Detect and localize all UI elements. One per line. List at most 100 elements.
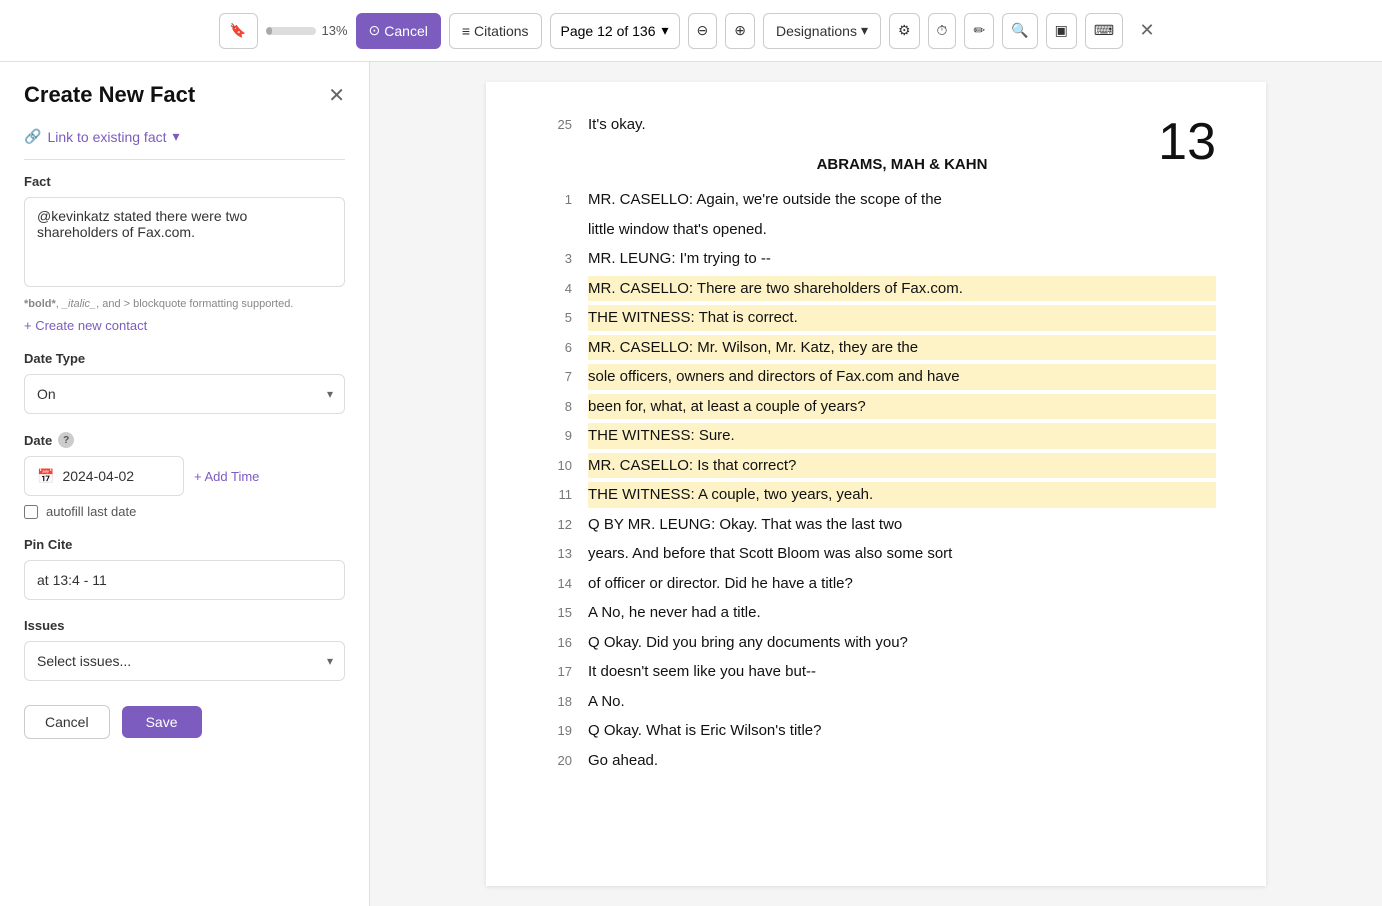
progress-label: 13%: [322, 23, 348, 38]
save-label: Save: [146, 714, 178, 730]
progress-bar-fill: [266, 27, 273, 35]
issues-wrapper: Select issues...: [24, 641, 345, 681]
line-number: 11: [536, 484, 572, 506]
line-number: 15: [536, 602, 572, 624]
line-text: MR. CASELLO: Again, we're outside the sc…: [588, 187, 1216, 213]
help-icon[interactable]: ?: [58, 432, 74, 448]
line-text: Q Okay. What is Eric Wilson's title?: [588, 718, 1216, 744]
line-text: Q BY MR. LEUNG: Okay. That was the last …: [588, 512, 1216, 538]
line-number: 25: [536, 114, 572, 136]
date-label-row: Date ?: [24, 432, 345, 448]
create-contact-link[interactable]: + Create new contact: [24, 318, 345, 333]
citations-icon: ≡: [462, 23, 470, 39]
line-number: 4: [536, 278, 572, 300]
issues-label: Issues: [24, 618, 345, 633]
line-row-highlighted: 10 MR. CASELLO: Is that correct?: [536, 453, 1216, 479]
close-button[interactable]: ✕: [1131, 15, 1163, 47]
close-sidebar-button[interactable]: ✕: [328, 83, 345, 108]
document-page: 13 25 It's okay. ABRAMS, MAH & KAHN 1 MR…: [486, 82, 1266, 886]
designations-label: Designations: [776, 23, 857, 39]
search-icon: 🔍: [1011, 22, 1028, 39]
line-row: 15 A No, he never had a title.: [536, 600, 1216, 626]
calendar-icon: 📅: [37, 468, 54, 485]
date-section: Date ? 📅 2024-04-02 + Add Time autofill …: [24, 432, 345, 519]
citations-label: Citations: [474, 23, 528, 39]
line-text-highlighted: THE WITNESS: A couple, two years, yeah.: [588, 482, 1216, 508]
date-type-section: Date Type On Before After: [24, 351, 345, 414]
line-row: 13 years. And before that Scott Bloom wa…: [536, 541, 1216, 567]
date-input-wrapper: 📅 2024-04-02 + Add Time: [24, 456, 345, 496]
link-existing-fact[interactable]: 🔗 Link to existing fact ▾: [24, 128, 345, 145]
line-row: 18 A No.: [536, 689, 1216, 715]
chevron-down-icon: ▾: [662, 22, 669, 39]
keyboard-button[interactable]: ⌨: [1085, 13, 1123, 49]
date-type-select[interactable]: On Before After: [24, 374, 345, 414]
layout-button[interactable]: ▣: [1046, 13, 1077, 49]
fact-section: Fact @kevinkatz stated there were two sh…: [24, 174, 345, 333]
date-input-box[interactable]: 📅 2024-04-02: [24, 456, 184, 496]
next-icon: ⊕: [734, 22, 746, 39]
line-row: 19 Q Okay. What is Eric Wilson's title?: [536, 718, 1216, 744]
designations-button[interactable]: Designations ▾: [763, 13, 881, 49]
footer-cancel-button[interactable]: Cancel: [24, 705, 110, 739]
line-number: 16: [536, 632, 572, 654]
line-text: A No, he never had a title.: [588, 600, 1216, 626]
document-area: 13 25 It's okay. ABRAMS, MAH & KAHN 1 MR…: [370, 62, 1382, 906]
autofill-checkbox[interactable]: [24, 505, 38, 519]
settings-button[interactable]: ⚙: [889, 13, 920, 49]
line-number: 10: [536, 455, 572, 477]
page-number-stamp: 13: [1158, 112, 1216, 172]
cancel-button[interactable]: ⊙ Cancel: [356, 13, 441, 49]
line-row-highlighted: 8 been for, what, at least a couple of y…: [536, 394, 1216, 420]
citations-button[interactable]: ≡ Citations: [449, 13, 542, 49]
bookmark-icon: 🔖: [230, 23, 247, 39]
bookmark-button[interactable]: 🔖: [219, 13, 258, 49]
line-text: years. And before that Scott Bloom was a…: [588, 541, 1216, 567]
add-time-label: + Add Time: [194, 469, 259, 484]
line-number: 19: [536, 720, 572, 742]
issues-select[interactable]: Select issues...: [24, 641, 345, 681]
line-number: 7: [536, 366, 572, 388]
line-number: 17: [536, 661, 572, 683]
add-time-link[interactable]: + Add Time: [194, 469, 259, 484]
sidebar-title: Create New Fact: [24, 82, 195, 108]
line-text-highlighted: THE WITNESS: That is correct.: [588, 305, 1216, 331]
line-text: It doesn't seem like you have but--: [588, 659, 1216, 685]
save-button[interactable]: Save: [122, 706, 202, 738]
line-text: little window that's opened.: [588, 217, 1216, 243]
pin-cite-label: Pin Cite: [24, 537, 345, 552]
date-type-label: Date Type: [24, 351, 345, 366]
line-text: MR. LEUNG: I'm trying to --: [588, 246, 1216, 272]
close-icon: ✕: [1140, 20, 1155, 41]
clock-icon: ⏱: [937, 22, 948, 39]
page-selector[interactable]: Page 12 of 136 ▾: [550, 13, 680, 49]
pin-cite-input[interactable]: [24, 560, 345, 600]
edit-button[interactable]: ✏: [964, 13, 994, 49]
date-value: 2024-04-02: [62, 468, 134, 484]
line-text: of officer or director. Did he have a ti…: [588, 571, 1216, 597]
page-label: Page 12 of 136: [561, 23, 656, 39]
progress-wrap: 13%: [266, 23, 348, 38]
italic-hint: _italic_: [62, 298, 96, 310]
line-number: 1: [536, 189, 572, 211]
autofill-label: autofill last date: [46, 504, 136, 519]
line-row-highlighted: 9 THE WITNESS: Sure.: [536, 423, 1216, 449]
line-number: 9: [536, 425, 572, 447]
line-text-highlighted: MR. CASELLO: Mr. Wilson, Mr. Katz, they …: [588, 335, 1216, 361]
prev-icon: ⊖: [697, 22, 709, 39]
line-row: 3 MR. LEUNG: I'm trying to --: [536, 246, 1216, 272]
next-page-button[interactable]: ⊕: [725, 13, 755, 49]
history-button[interactable]: ⏱: [928, 13, 957, 49]
fact-input[interactable]: @kevinkatz stated there were two shareho…: [24, 197, 345, 287]
line-row: 17 It doesn't seem like you have but--: [536, 659, 1216, 685]
line-row-highlighted: 4 MR. CASELLO: There are two shareholder…: [536, 276, 1216, 302]
prev-page-button[interactable]: ⊖: [688, 13, 718, 49]
autofill-row: autofill last date: [24, 504, 345, 519]
formatting-hint: *bold*, _italic_*bold*, _italic_, and > …: [24, 298, 345, 310]
footer-cancel-label: Cancel: [45, 714, 89, 730]
search-button[interactable]: 🔍: [1002, 13, 1037, 49]
main-content: Create New Fact ✕ 🔗 Link to existing fac…: [0, 62, 1382, 906]
document-header: ABRAMS, MAH & KAHN: [588, 152, 1216, 178]
line-number: 5: [536, 307, 572, 329]
line-row-highlighted: 5 THE WITNESS: That is correct.: [536, 305, 1216, 331]
